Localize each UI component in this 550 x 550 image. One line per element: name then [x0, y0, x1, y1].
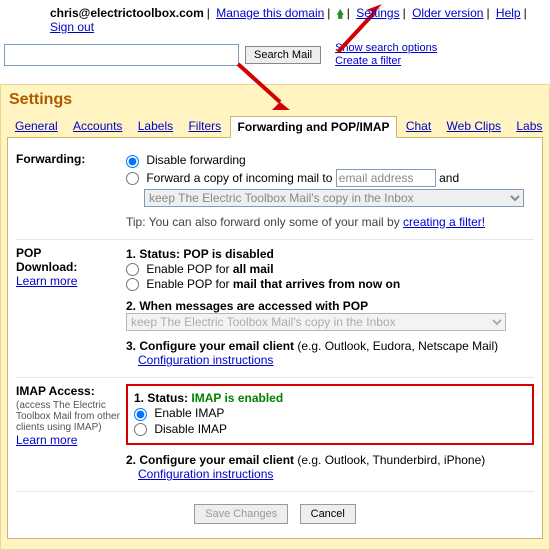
pop-access-select[interactable]: keep The Electric Toolbox Mail's copy in…: [126, 313, 506, 331]
radio-disable-forwarding[interactable]: [126, 155, 139, 168]
search-row: Search Mail Show search options Create a…: [0, 36, 550, 84]
section-pop: POP Download: Learn more 1. Status: POP …: [16, 240, 534, 379]
imap-status-value: IMAP is enabled: [191, 391, 283, 405]
tab-accounts[interactable]: Accounts: [73, 119, 122, 133]
forwarding-label: Forwarding:: [16, 152, 85, 166]
forward-keep-select[interactable]: keep The Electric Toolbox Mail's copy in…: [144, 189, 524, 207]
section-imap: IMAP Access: (access The Electric Toolbo…: [16, 378, 534, 492]
tab-filters[interactable]: Filters: [188, 119, 221, 133]
search-button[interactable]: Search Mail: [245, 46, 321, 64]
imap-status-label: 1. Status:: [134, 391, 191, 405]
imap-sublabel: (access The Electric Toolbox Mail from o…: [16, 400, 126, 433]
radio-imap-enable[interactable]: [134, 408, 147, 421]
pop-learn-more-link[interactable]: Learn more: [16, 274, 77, 288]
radio-pop-now[interactable]: [126, 278, 139, 291]
imap-highlight-box: 1. Status: IMAP is enabled Enable IMAP D…: [126, 384, 534, 445]
pop-status-label: 1. Status:: [126, 247, 183, 261]
pop-access-heading: 2. When messages are accessed with POP: [126, 299, 534, 313]
pop-configure-label: 3. Configure your email client: [126, 339, 297, 353]
pop-label1: POP: [16, 246, 41, 260]
create-filter-link[interactable]: Create a filter: [335, 55, 401, 67]
label-imap-enable: Enable IMAP: [154, 406, 224, 420]
pop-configure-suffix: (e.g. Outlook, Eudora, Netscape Mail): [297, 339, 498, 353]
help-link[interactable]: Help: [496, 6, 521, 20]
save-button[interactable]: Save Changes: [194, 504, 288, 524]
tab-webclips[interactable]: Web Clips: [447, 119, 501, 133]
label-imap-disable: Disable IMAP: [154, 422, 227, 436]
tip-text: Tip: You can also forward only some of y…: [126, 215, 403, 229]
panel-title: Settings: [7, 89, 543, 115]
user-email: chris@electrictoolbox.com: [50, 6, 204, 20]
button-row: Save Changes Cancel: [16, 492, 534, 524]
imap-label: IMAP Access:: [16, 384, 95, 398]
forward-email-input[interactable]: [336, 169, 436, 187]
flask-icon: [337, 9, 344, 19]
pop-status-value: POP is disabled: [183, 247, 273, 261]
imap-configure-suffix: (e.g. Outlook, Thunderbird, iPhone): [297, 453, 485, 467]
pop-config-instructions-link[interactable]: Configuration instructions: [138, 353, 273, 367]
settings-link[interactable]: Settings: [356, 6, 399, 20]
older-version-link[interactable]: Older version: [412, 6, 483, 20]
creating-filter-link[interactable]: creating a filter!: [403, 215, 485, 229]
manage-domain-link[interactable]: Manage this domain: [216, 6, 324, 20]
show-search-options-link[interactable]: Show search options: [335, 42, 437, 54]
and-text: and: [439, 171, 459, 185]
label-forward-copy: Forward a copy of incoming mail to: [146, 171, 335, 185]
radio-forward-copy[interactable]: [126, 172, 139, 185]
tab-chat[interactable]: Chat: [406, 119, 431, 133]
top-bar: chris@electrictoolbox.com| Manage this d…: [0, 0, 550, 36]
radio-pop-all[interactable]: [126, 263, 139, 276]
tab-labels[interactable]: Labels: [138, 119, 173, 133]
tab-content: Forwarding: Disable forwarding Forward a…: [7, 138, 543, 539]
label-disable-forwarding: Disable forwarding: [146, 153, 245, 167]
imap-configure-label: 2. Configure your email client: [126, 453, 297, 467]
sign-out-link[interactable]: Sign out: [50, 20, 94, 34]
tab-general[interactable]: General: [15, 119, 58, 133]
imap-learn-more-link[interactable]: Learn more: [16, 433, 77, 447]
tab-labs[interactable]: Labs: [516, 119, 542, 133]
settings-panel: Settings General Accounts Labels Filters…: [0, 84, 550, 550]
imap-config-instructions-link[interactable]: Configuration instructions: [138, 467, 273, 481]
tabs-row: General Accounts Labels Filters Forwardi…: [7, 115, 543, 138]
section-forwarding: Forwarding: Disable forwarding Forward a…: [16, 146, 534, 239]
tab-forwarding-active[interactable]: Forwarding and POP/IMAP: [230, 116, 396, 138]
search-input[interactable]: [4, 44, 239, 66]
cancel-button[interactable]: Cancel: [300, 504, 356, 524]
pop-label2: Download:: [16, 260, 77, 274]
radio-imap-disable[interactable]: [134, 423, 147, 436]
